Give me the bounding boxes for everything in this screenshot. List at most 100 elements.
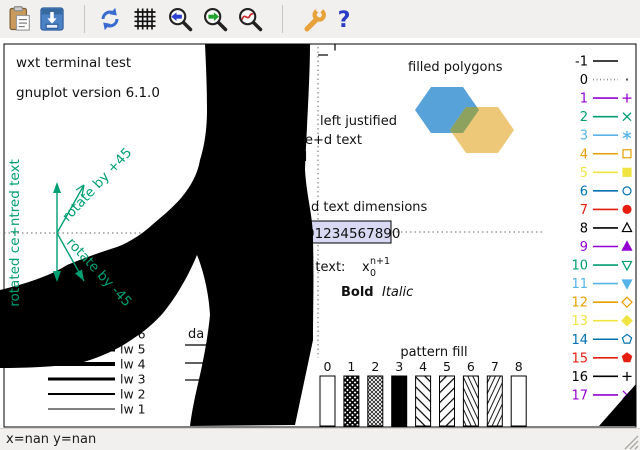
svg-text:7: 7 [491,359,499,374]
svg-text:2: 2 [371,359,379,374]
status-bar: x=nan y=nan [0,428,640,450]
linetype-row: 12 [571,296,633,311]
left-justified-label: left justified [320,114,397,129]
zoom-previous-icon [169,8,193,32]
italic-sample: Italic [382,285,413,300]
black-blob-shape [0,44,314,426]
linetype-row: 15 [571,351,633,366]
svg-text:9: 9 [580,240,588,255]
svg-text:4: 4 [580,147,588,162]
pattern-bar: 2 [367,359,384,427]
pattern-bar: 5 [439,359,455,427]
pattern-bar: 4 [415,359,432,427]
help-glyph: ? [338,7,351,33]
linewidth-row: lw 2 [48,387,146,402]
zoom-next-icon [204,8,228,32]
toolbar: ? [0,0,640,38]
svg-text:lw 3: lw 3 [120,372,146,387]
svg-text:5: 5 [443,359,451,374]
toolbar-separator [84,5,85,33]
text-dimensions-fragment: d text dimensions [311,200,428,215]
linetype-row: 16 [571,370,632,385]
linetype-row: 2 [580,110,632,125]
enhanced-superscript: n+1 [370,256,390,267]
copy-to-clipboard-button[interactable] [6,5,34,33]
linetype-row: -1 [575,55,618,70]
filled-polygons-label: filled polygons [408,60,503,75]
svg-text:lw 4: lw 4 [120,357,146,372]
rotated-centred-text: rotated ce+ntred text [7,159,23,307]
pattern-bar: 7 [486,359,503,427]
replot-button[interactable] [96,5,124,33]
plot-canvas[interactable]: wxt terminal test gnuplot version 6.1.0 … [0,38,640,428]
toggle-grid-button[interactable] [131,5,159,33]
svg-text:6: 6 [467,359,475,374]
enhanced-base: x [362,260,370,275]
svg-text:17: 17 [571,388,588,403]
svg-text:11: 11 [571,277,588,292]
export-icon [40,7,64,31]
linetype-row: 8 [580,221,633,236]
svg-text:12: 12 [571,296,588,311]
help-icon: ? [338,7,351,33]
linetype-row: 13 [571,314,633,329]
terminal-test-title: wxt terminal test [16,55,131,71]
svg-text:7: 7 [580,203,588,218]
gnuplot-wxt-window: ? wxt terminal test gnuplot version 6.1.… [0,0,640,450]
dashtype-fragment: da [188,327,204,342]
zoom-next-button[interactable] [201,5,229,33]
svg-text:1: 1 [347,359,355,374]
svg-text:13: 13 [571,314,588,329]
help-button[interactable]: ? [330,5,358,33]
svg-text:10: 10 [571,259,588,274]
pattern-bar: 3 [391,359,408,427]
svg-text:3: 3 [580,129,588,144]
clipboard-icon [9,6,30,31]
plot-svg: wxt terminal test gnuplot version 6.1.0 … [0,43,637,428]
svg-text:0: 0 [324,359,332,374]
linetype-row: 3 [580,129,632,144]
linetype-row: 5 [580,166,632,181]
resize-grip[interactable] [621,432,639,450]
svg-text:1: 1 [580,92,588,107]
linetype-row: 6 [580,184,632,199]
black-corner-triangle [599,384,636,426]
svg-text:8: 8 [580,221,588,236]
gnuplot-version-label: gnuplot version 6.1.0 [16,85,160,101]
refresh-icon [101,7,119,31]
wrench-icon [304,5,327,32]
pattern-fill-bars: 01 2 3 4 5 6 7 8 [319,359,527,427]
bold-sample: Bold [341,285,374,300]
linetype-row: 0 [580,73,628,88]
zoom-autoscale-icon [239,8,263,32]
svg-text:14: 14 [571,333,588,348]
grid-icon [134,8,156,30]
linewidth-row: lw 3 [48,372,146,387]
centred-text-fragment: e+d text [305,133,362,148]
svg-text:16: 16 [571,370,588,385]
linetype-row: 14 [571,333,633,348]
apply-autoscale-button[interactable] [236,5,264,33]
svg-text:lw 1: lw 1 [120,402,146,417]
pattern-fill-title: pattern fill [400,345,467,360]
svg-text:0: 0 [580,73,588,88]
linetype-row: 4 [580,147,632,162]
svg-text:3: 3 [395,359,403,374]
zoom-previous-button[interactable] [166,5,194,33]
svg-text:lw 2: lw 2 [120,387,146,402]
configure-terminal-button[interactable] [300,5,328,33]
export-plot-button[interactable] [38,5,66,33]
mouse-coordinates: x=nan y=nan [6,432,97,447]
pattern-bar: 8 [510,359,527,427]
svg-text:2: 2 [580,110,588,125]
linetype-row: 1 [580,92,632,107]
linetype-row: 11 [571,277,633,292]
boxed-digits: 01234567890 [306,226,400,242]
linetype-row: 10 [571,259,633,274]
rotate-plus45-label: rotate by +45 [59,145,135,225]
linetype-row: 7 [580,203,632,218]
svg-text:15: 15 [571,351,588,366]
svg-text:6: 6 [580,184,588,199]
linetype-column: -101234567891011121314151617 [571,55,633,403]
toolbar-separator [282,5,283,33]
